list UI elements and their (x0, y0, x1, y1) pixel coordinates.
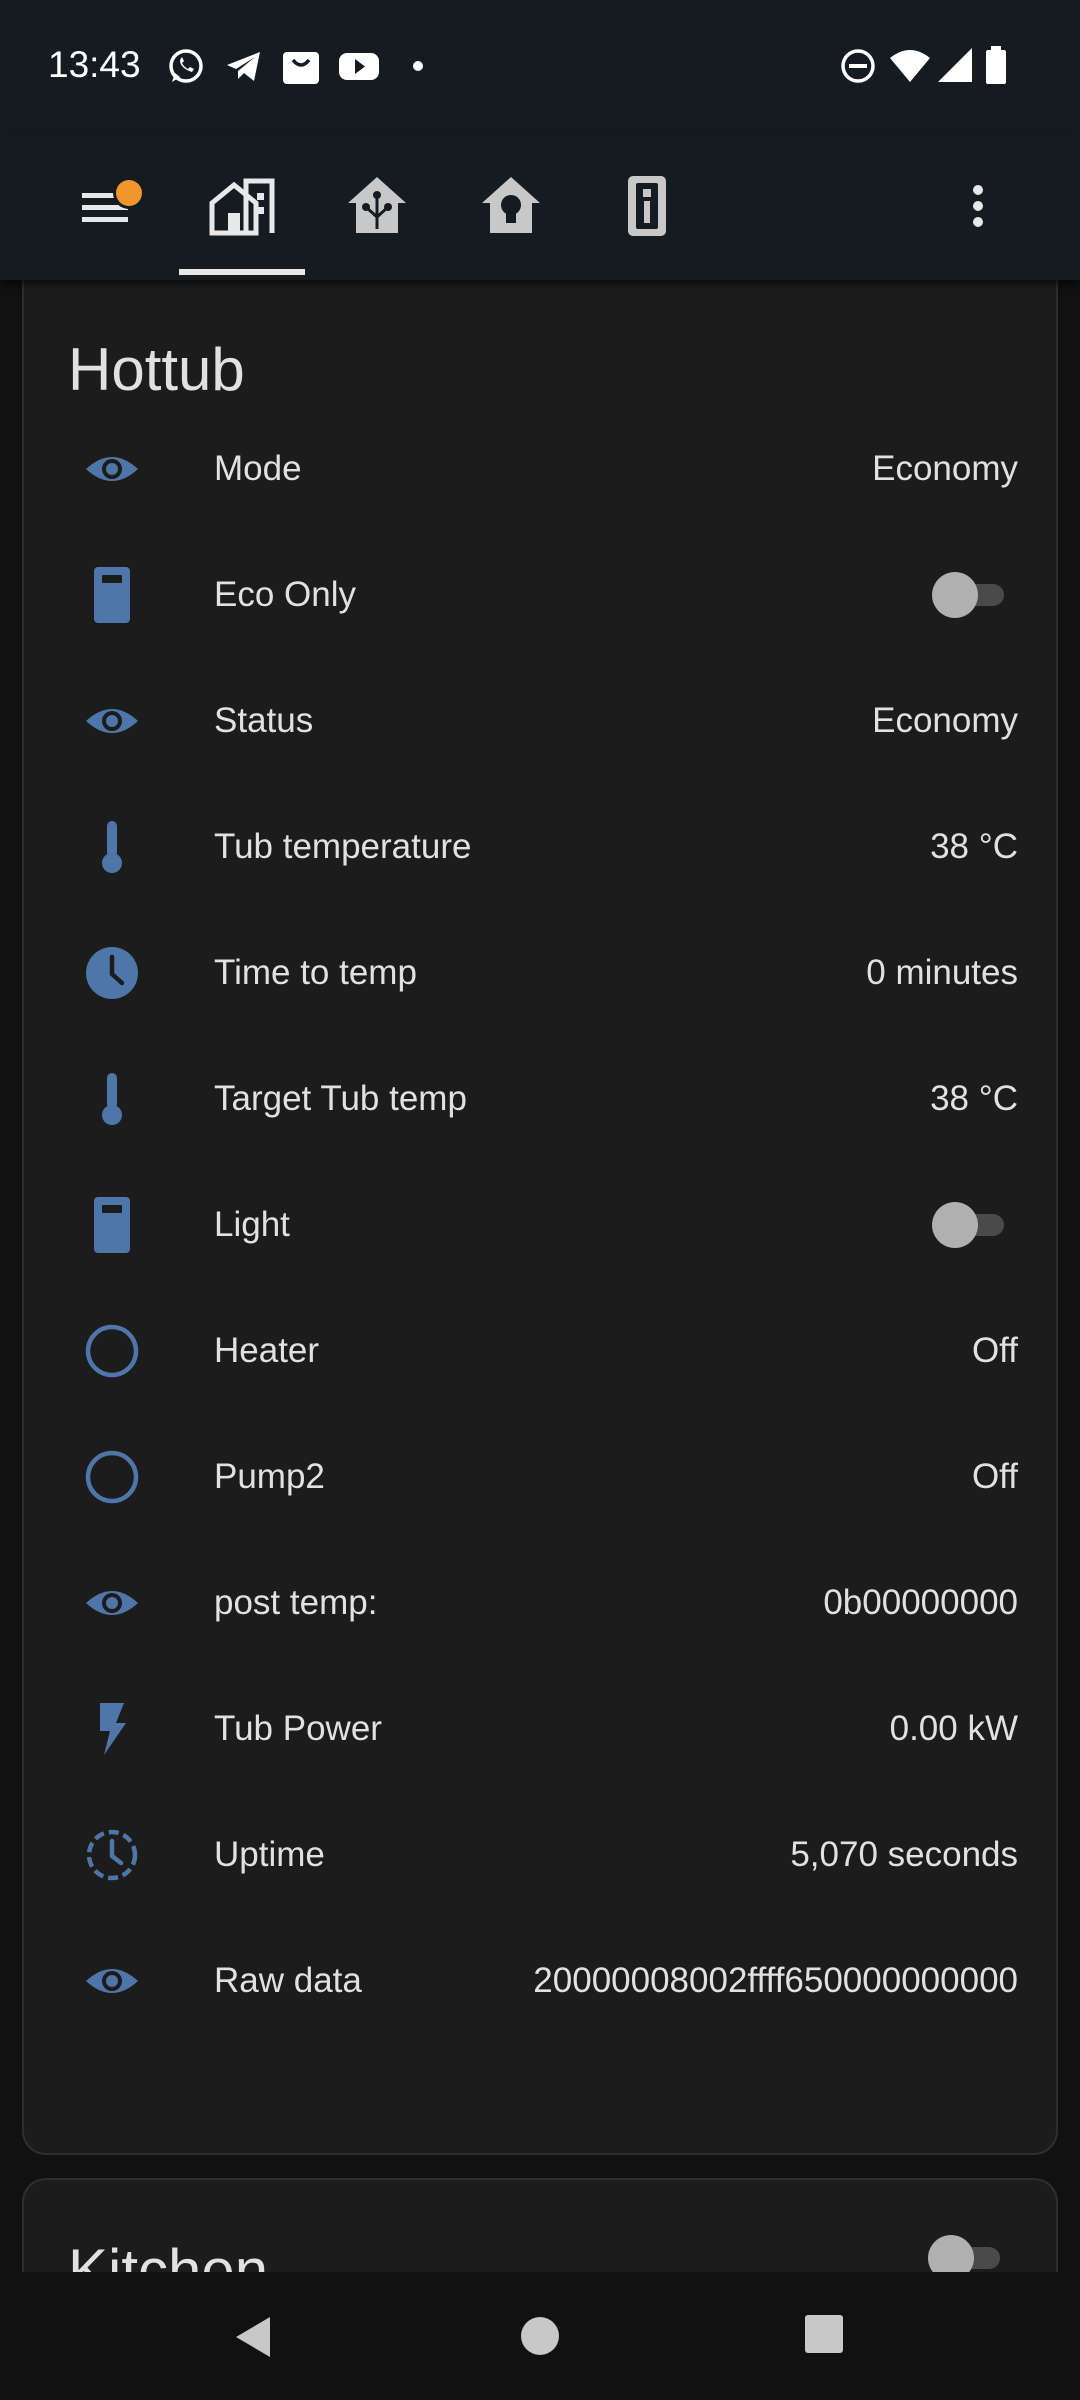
eye-icon (86, 1969, 138, 1993)
eye-icon (86, 709, 138, 733)
card-title: Kitchen (68, 2237, 269, 2272)
remote-icon (94, 1197, 130, 1253)
entity-name: Pump2 (214, 1457, 325, 1496)
circle-outline-icon (85, 1324, 139, 1378)
kitchen-card: Kitchen (22, 2178, 1058, 2272)
eye-icon (86, 1591, 138, 1615)
entity-name: Tub temperature (214, 827, 472, 866)
entity-name: Heater (214, 1331, 320, 1370)
youtube-icon (339, 53, 379, 80)
back-icon[interactable] (228, 2312, 278, 2362)
tab-home-lightbulb-icon[interactable] (478, 173, 544, 239)
dots-vertical-icon[interactable] (955, 175, 1001, 241)
entity-value: Economy (872, 449, 1018, 488)
entity-name: Eco Only (214, 575, 356, 614)
signal-icon (938, 48, 972, 82)
status-bar: 13:43 (0, 0, 1080, 135)
entity-value: 38 °C (930, 1079, 1018, 1118)
system-navigation-bar (0, 2272, 1080, 2400)
recents-icon[interactable] (802, 2312, 846, 2356)
clock-icon (86, 947, 138, 999)
entity-value: 20000008002ffff650000000000 (533, 1961, 1018, 2000)
entity-row-post-temp[interactable]: post temp: 0b00000000 (24, 1553, 1060, 1653)
telegram-icon (227, 52, 260, 81)
menu-icon[interactable] (78, 173, 148, 243)
shop-icon (283, 52, 319, 84)
tab-home-overview-icon[interactable] (206, 171, 278, 243)
wifi-icon (890, 50, 930, 82)
entity-name: Target Tub temp (214, 1079, 467, 1118)
entity-row-uptime[interactable]: Uptime 5,070 seconds (24, 1805, 1060, 1905)
entity-row-pump2[interactable]: Pump2 Off (24, 1427, 1060, 1527)
entity-row-raw-data[interactable]: Raw data 20000008002ffff650000000000 (24, 1931, 1060, 2031)
entity-value: Off (971, 1457, 1018, 1496)
app-toolbar (0, 135, 1080, 280)
entity-name: Mode (214, 449, 302, 488)
thermometer-icon (102, 821, 122, 873)
entity-value: 0b00000000 (823, 1583, 1018, 1622)
entity-row-target-tub-temp[interactable]: Target Tub temp 38 °C (24, 1049, 1060, 1149)
whatsapp-icon (169, 49, 203, 83)
entity-name: Raw data (214, 1961, 362, 2000)
circle-outline-icon (85, 1450, 139, 1504)
timer-outline-icon (86, 1829, 138, 1881)
dnd-icon (841, 49, 875, 83)
entity-row-status[interactable]: Status Economy (24, 671, 1060, 771)
tab-home-automation-icon[interactable] (344, 173, 410, 239)
home-icon[interactable] (516, 2312, 564, 2360)
entity-name: post temp: (214, 1583, 378, 1622)
entity-value: 0 minutes (866, 953, 1018, 992)
thermometer-icon (102, 1073, 122, 1125)
entity-value: 5,070 seconds (790, 1835, 1018, 1874)
dot-icon (413, 61, 423, 71)
status-time: 13:43 (48, 44, 141, 85)
active-tab-indicator (179, 269, 305, 275)
entity-row-eco-only[interactable]: Eco Only (24, 545, 1060, 645)
entity-name: Uptime (214, 1835, 325, 1874)
entity-value: 38 °C (930, 827, 1018, 866)
entity-name: Status (214, 701, 314, 740)
card-title: Hottub (68, 336, 245, 403)
entity-name: Tub Power (214, 1709, 382, 1748)
entity-value: Economy (872, 701, 1018, 740)
entity-row-heater[interactable]: Heater Off (24, 1301, 1060, 1401)
notification-badge (116, 180, 142, 206)
eco-only-switch[interactable] (932, 572, 1004, 618)
entity-name: Light (214, 1205, 290, 1244)
eye-icon (86, 457, 138, 481)
remote-icon (94, 567, 130, 623)
entity-row-time-to-temp[interactable]: Time to temp 0 minutes (24, 923, 1060, 1023)
tab-device-remote-icon[interactable] (616, 173, 678, 239)
entity-name: Time to temp (214, 953, 417, 992)
entity-row-mode[interactable]: Mode Economy (24, 419, 1060, 519)
entity-row-tub-temperature[interactable]: Tub temperature 38 °C (24, 797, 1060, 897)
entity-value: Off (971, 1331, 1018, 1370)
kitchen-switch[interactable] (928, 2235, 1000, 2272)
entity-value: 0.00 kW (889, 1709, 1018, 1748)
light-switch[interactable] (932, 1202, 1004, 1248)
entity-row-light[interactable]: Light (24, 1175, 1060, 1275)
battery-icon (986, 46, 1006, 84)
entity-row-tub-power[interactable]: Tub Power 0.00 kW (24, 1679, 1060, 1779)
dashboard-view[interactable]: Hottub Mode Economy Eco Only Status Econ… (0, 280, 1080, 2272)
flash-icon (100, 1703, 126, 1755)
hottub-card: Hottub Mode Economy Eco Only Status Econ… (22, 280, 1058, 2155)
